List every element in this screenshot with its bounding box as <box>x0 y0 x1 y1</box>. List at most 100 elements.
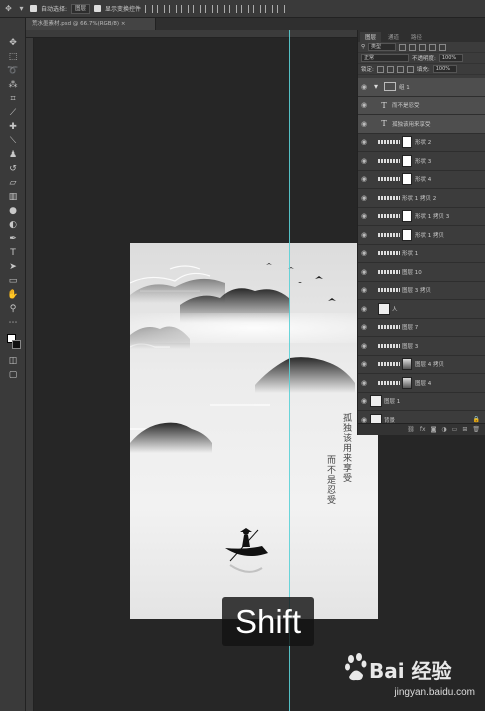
opacity-field[interactable]: 100% <box>438 54 463 62</box>
visibility-eye-icon[interactable]: ◉ <box>358 194 370 202</box>
layer-row[interactable]: ◉ 图层 4 <box>358 374 485 393</box>
layer-row[interactable]: ◉ T 而不是忍受 <box>358 96 485 115</box>
visibility-eye-icon[interactable]: ◉ <box>358 175 370 183</box>
brush-icon[interactable]: ⟍ <box>7 136 19 147</box>
chevron-down-icon[interactable]: ▾ <box>17 4 26 13</box>
move-icon[interactable]: ✥ <box>7 38 19 49</box>
adjustment-icon[interactable]: ◑ <box>441 426 446 433</box>
more-tools-icon[interactable]: ⋯ <box>7 318 19 329</box>
blur-icon[interactable]: ● <box>7 206 19 217</box>
layer-row[interactable]: ◉ 形状 4 <box>358 171 485 189</box>
filter-type-icon[interactable] <box>419 43 427 51</box>
rectangle-icon[interactable]: ▭ <box>7 276 19 287</box>
lock-image-icon[interactable] <box>386 65 394 73</box>
distribute-middle-icon[interactable] <box>229 4 238 13</box>
new-layer-icon[interactable]: ⊞ <box>462 426 467 433</box>
layer-row[interactable]: ◉ T 孤独该用来享受 <box>358 115 485 134</box>
vertical-ruler[interactable] <box>26 38 34 711</box>
tab-layers[interactable]: 图层 <box>360 32 382 42</box>
layer-row[interactable]: ◉ 形状 1 拷贝 2 <box>358 189 485 208</box>
tab-paths[interactable]: 路径 <box>406 32 427 42</box>
layer-row[interactable]: ◉ 人 <box>358 300 485 319</box>
background-color-swatch[interactable] <box>12 340 21 349</box>
auto-select-dropdown[interactable]: 图层 <box>71 3 91 14</box>
quick-select-icon[interactable]: ⁂ <box>7 80 19 91</box>
layer-row[interactable]: ◉ 形状 1 拷贝 <box>358 226 485 245</box>
visibility-eye-icon[interactable]: ◉ <box>358 305 370 313</box>
visibility-eye-icon[interactable]: ◉ <box>358 360 370 368</box>
blend-mode-dropdown[interactable]: 正常 <box>361 54 409 62</box>
pen-icon[interactable]: ✒ <box>7 234 19 245</box>
visibility-eye-icon[interactable]: ◉ <box>358 120 370 128</box>
fx-icon[interactable]: fx <box>420 426 426 433</box>
filter-kind-dropdown[interactable]: 类型 <box>368 43 397 51</box>
filter-pixel-icon[interactable] <box>399 43 407 51</box>
visibility-eye-icon[interactable]: ◉ <box>358 379 370 387</box>
move-tool-icon[interactable]: ✥ <box>4 4 13 13</box>
link-layers-icon[interactable]: ⛓ <box>407 426 415 433</box>
distribute-center-icon[interactable] <box>265 4 274 13</box>
lock-all-icon[interactable] <box>406 65 414 73</box>
visibility-eye-icon[interactable]: ◉ <box>358 231 370 239</box>
healing-brush-icon[interactable]: ✚ <box>7 122 19 133</box>
screen-mode-icon[interactable]: ▢ <box>7 370 19 381</box>
show-transform-checkbox[interactable] <box>94 5 102 12</box>
visibility-eye-icon[interactable]: ◉ <box>358 342 370 350</box>
gradient-icon[interactable]: ▥ <box>7 192 19 203</box>
tab-channels[interactable]: 通道 <box>383 32 404 42</box>
align-middle-icon[interactable] <box>193 4 202 13</box>
dodge-icon[interactable]: ◐ <box>7 220 19 231</box>
lasso-icon[interactable]: ➰ <box>7 66 19 77</box>
layer-row[interactable]: ◉ 图层 3 拷贝 <box>358 282 485 300</box>
fill-field[interactable]: 100% <box>432 65 457 73</box>
zoom-icon[interactable]: ⚲ <box>7 304 19 315</box>
visibility-eye-icon[interactable]: ◉ <box>358 138 370 146</box>
align-top-icon[interactable] <box>181 4 190 13</box>
filter-shape-icon[interactable] <box>429 43 437 51</box>
visibility-eye-icon[interactable]: ◉ <box>358 157 370 165</box>
document-canvas[interactable]: 孤独该用来享受 而不是忍受 <box>130 243 378 619</box>
align-bottom-icon[interactable] <box>205 4 214 13</box>
layer-row[interactable]: ◉ 图层 10 <box>358 263 485 282</box>
marquee-icon[interactable]: ⬚ <box>7 52 19 63</box>
crop-icon[interactable]: ⌗ <box>7 94 19 105</box>
visibility-eye-icon[interactable]: ◉ <box>358 268 370 276</box>
distribute-bottom-icon[interactable] <box>241 4 250 13</box>
align-center-icon[interactable] <box>157 4 166 13</box>
quick-mask-icon[interactable]: ◫ <box>7 356 19 367</box>
filter-smart-icon[interactable] <box>439 43 447 51</box>
visibility-eye-icon[interactable]: ◉ <box>358 83 370 91</box>
hand-icon[interactable]: ✋ <box>7 290 19 301</box>
path-select-icon[interactable]: ➤ <box>7 262 19 273</box>
distribute-top-icon[interactable] <box>217 4 226 13</box>
visibility-eye-icon[interactable]: ◉ <box>358 249 370 257</box>
lock-transparent-icon[interactable] <box>376 65 384 73</box>
visibility-eye-icon[interactable]: ◉ <box>358 286 370 294</box>
distribute-right-icon[interactable] <box>277 4 286 13</box>
clone-stamp-icon[interactable]: ♟ <box>7 150 19 161</box>
visibility-eye-icon[interactable]: ◉ <box>358 101 370 109</box>
visibility-eye-icon[interactable]: ◉ <box>358 212 370 220</box>
auto-select-checkbox[interactable] <box>30 5 37 12</box>
layer-row[interactable]: ◉ 形状 3 <box>358 152 485 171</box>
filter-adjustment-icon[interactable] <box>409 43 417 51</box>
lock-position-icon[interactable] <box>396 65 404 73</box>
layer-row[interactable]: ◉ 图层 3 <box>358 337 485 356</box>
eraser-icon[interactable]: ▱ <box>7 178 19 189</box>
delete-layer-icon[interactable]: 🗑 <box>472 426 480 433</box>
eyedropper-icon[interactable]: ⟋ <box>7 108 19 119</box>
visibility-eye-icon[interactable]: ◉ <box>358 323 370 331</box>
type-icon[interactable]: T <box>7 248 19 259</box>
distribute-left-icon[interactable] <box>253 4 262 13</box>
align-left-icon[interactable] <box>145 4 154 13</box>
layer-row[interactable]: ◉ 图层 4 拷贝 <box>358 356 485 374</box>
new-group-icon[interactable]: ▭ <box>452 426 458 433</box>
document-tab[interactable]: 荒水墨素材.psd @ 66.7%(RGB/8) × <box>26 18 156 30</box>
visibility-eye-icon[interactable]: ◉ <box>358 397 370 405</box>
layer-row[interactable]: ◉ 形状 2 <box>358 134 485 152</box>
layer-row[interactable]: ◉ ▾ 组 1 <box>358 78 485 97</box>
add-mask-icon[interactable]: ◙ <box>431 426 437 433</box>
layer-row[interactable]: ◉ 图层 7 <box>358 319 485 337</box>
layer-row[interactable]: ◉ 形状 1 <box>358 245 485 263</box>
layer-row[interactable]: ◉ 图层 1 <box>358 393 485 411</box>
